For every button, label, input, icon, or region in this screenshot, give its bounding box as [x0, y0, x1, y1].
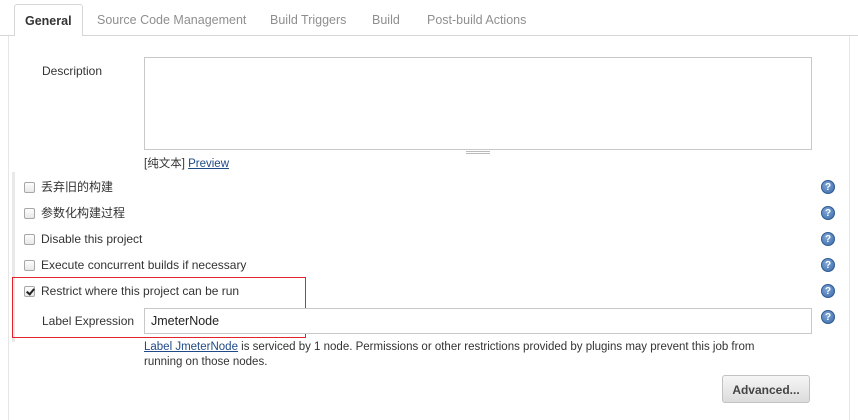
label-node-link[interactable]: Label JmeterNode [144, 341, 238, 353]
tab-build-triggers[interactable]: Build Triggers [260, 4, 356, 36]
help-icon[interactable]: ? [821, 284, 835, 298]
option-concurrent-builds[interactable]: Execute concurrent builds if necessary [24, 255, 246, 275]
grip-icon [466, 151, 490, 154]
label-info-text: Label JmeterNode is serviced by 1 node. … [144, 340, 794, 370]
help-icon[interactable]: ? [821, 232, 835, 246]
option-label: Disable this project [41, 232, 143, 246]
label-expression-label: Label Expression [42, 314, 135, 328]
option-disable-project[interactable]: Disable this project [24, 229, 142, 249]
help-icon[interactable]: ? [821, 310, 835, 324]
option-label: Execute concurrent builds if necessary [41, 258, 247, 272]
help-icon[interactable]: ? [821, 258, 835, 272]
tab-general[interactable]: General [14, 4, 83, 37]
checkbox[interactable] [24, 259, 35, 271]
option-label: 参数化构建过程 [41, 206, 126, 220]
checkbox[interactable] [24, 233, 35, 245]
checkbox[interactable] [24, 181, 35, 193]
description-footer: [纯文本] Preview [144, 155, 229, 171]
tab-build[interactable]: Build [362, 4, 410, 36]
help-icon[interactable]: ? [821, 206, 835, 220]
advanced-button[interactable]: Advanced... [722, 375, 810, 403]
tab-source-code-management[interactable]: Source Code Management [87, 4, 256, 36]
description-resize-handle[interactable] [144, 150, 812, 154]
description-label: Description [42, 64, 103, 78]
option-parameterized-build[interactable]: 参数化构建过程 [24, 203, 125, 223]
label-expression-input[interactable] [144, 308, 812, 334]
preview-link[interactable]: Preview [188, 158, 229, 170]
format-label: [纯文本] [144, 158, 185, 170]
option-label: 丢弃旧的构建 [41, 180, 114, 194]
option-discard-old-builds[interactable]: 丢弃旧的构建 [24, 177, 113, 197]
checkbox[interactable] [24, 207, 35, 219]
description-textarea[interactable] [144, 57, 812, 150]
help-icon[interactable]: ? [821, 180, 835, 194]
tab-post-build-actions[interactable]: Post-build Actions [417, 4, 536, 36]
tab-bar: General Source Code Management Build Tri… [0, 0, 858, 37]
